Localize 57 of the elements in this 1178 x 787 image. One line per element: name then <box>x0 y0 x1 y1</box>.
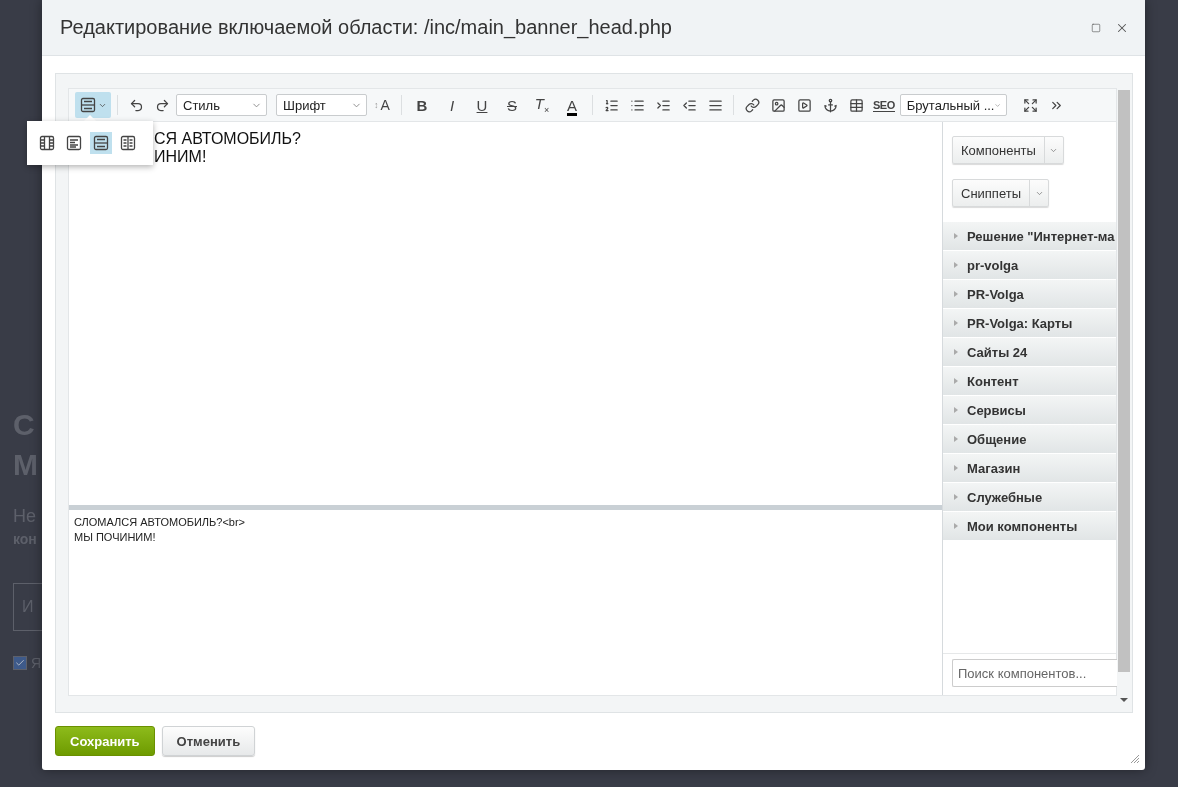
editor-text: СЯ АВТОМОБИЛЬ? <box>154 130 302 148</box>
code-line: СЛОМАЛСЯ АВТОМОБИЛЬ?<br> <box>74 515 246 530</box>
link-icon <box>744 97 760 113</box>
code-editor[interactable]: СЛОМАЛСЯ АВТОМОБИЛЬ?<br> МЫ ПОЧИНИМ! <box>69 510 942 695</box>
component-group[interactable]: Сервисы <box>943 396 1116 424</box>
template-select[interactable]: Брутальный ... <box>899 94 1007 116</box>
font-size-button[interactable]: ↕A <box>369 92 395 118</box>
underline-button[interactable]: U <box>468 92 496 118</box>
component-group[interactable]: Сайты 24 <box>943 338 1116 366</box>
component-group[interactable]: Мои компоненты <box>943 512 1116 540</box>
component-group[interactable]: Магазин <box>943 454 1116 482</box>
component-group[interactable]: Служебные <box>943 483 1116 511</box>
italic-button[interactable]: I <box>438 92 466 118</box>
component-group[interactable]: PR-Volga <box>943 280 1116 308</box>
table-icon <box>848 97 864 113</box>
undo-icon <box>128 97 144 113</box>
font-select[interactable]: Шрифт <box>276 94 367 116</box>
indent-icon <box>655 97 671 113</box>
seo-button[interactable]: SEO <box>870 92 898 118</box>
panel-dropdown-button[interactable]: Компоненты <box>952 136 1064 164</box>
video-icon <box>796 97 812 113</box>
component-group[interactable]: pr-volga <box>943 251 1116 279</box>
editor-text: ИНИМ! <box>154 148 208 166</box>
anchor-icon <box>822 97 838 113</box>
cancel-button[interactable]: Отменить <box>161 726 256 756</box>
code-line: МЫ ПОЧИНИМ! <box>74 530 157 545</box>
strike-button[interactable]: S <box>498 92 526 118</box>
clear-button[interactable]: T$_{×}$ <box>528 92 556 118</box>
square-icon <box>1091 22 1101 33</box>
view-mode-button[interactable] <box>75 92 111 118</box>
document-icon <box>66 135 82 151</box>
style-select[interactable]: Стиль <box>176 94 267 116</box>
split-rows-icon <box>79 97 96 113</box>
page-checkbox[interactable] <box>13 656 27 670</box>
component-group[interactable]: Контент <box>943 367 1116 395</box>
resize-grip-icon[interactable] <box>1128 752 1140 764</box>
bold-button[interactable]: B <box>408 92 436 118</box>
check-icon <box>15 658 25 668</box>
outdent-icon <box>681 97 697 113</box>
dialog-title: Редактирование включаемой области: /inc/main_banner_head.php <box>60 16 673 39</box>
component-group[interactable]: Общение <box>943 425 1116 453</box>
color-button[interactable]: A <box>558 92 586 118</box>
columns-icon <box>39 135 55 151</box>
fullscreen-icon <box>1023 97 1039 113</box>
splitter-handle[interactable] <box>69 505 942 510</box>
view-mode-option[interactable] <box>90 132 112 154</box>
component-group[interactable]: Решение "Интернет-ма <box>943 222 1116 250</box>
justify-icon <box>707 97 723 113</box>
split-columns-icon <box>120 135 136 151</box>
numbered-list-icon <box>603 97 619 113</box>
split-rows-icon <box>93 135 109 151</box>
visual-editor[interactable]: СЯ АВТОМОБИЛЬ? ИНИМ! <box>69 122 942 505</box>
component-group[interactable]: PR-Volga: Карты <box>943 309 1116 337</box>
image-icon <box>770 97 786 113</box>
panel-dropdown-button[interactable]: Сниппеты <box>952 179 1049 207</box>
redo-icon <box>154 97 170 113</box>
bullet-list-icon <box>629 97 645 113</box>
